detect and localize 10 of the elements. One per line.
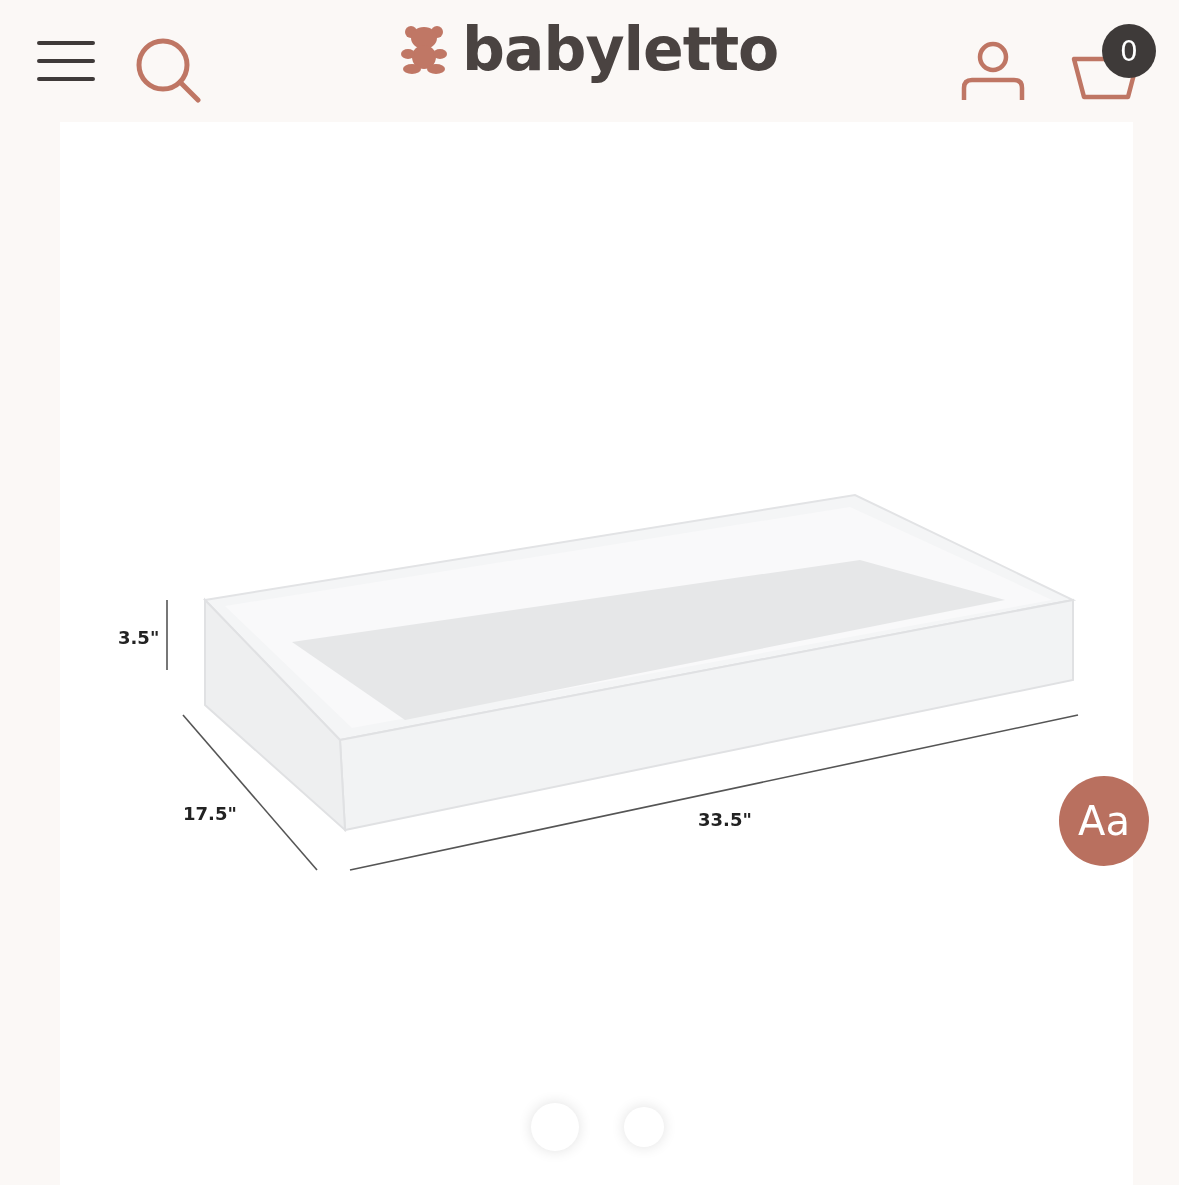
dimension-label: 17.5" <box>183 803 237 824</box>
dimension-line <box>166 599 168 671</box>
user-icon[interactable] <box>960 40 1026 102</box>
dimension-label: 33.5" <box>698 809 752 830</box>
search-icon[interactable] <box>135 37 201 103</box>
dimension-label: 3.5" <box>118 627 160 648</box>
logo-link[interactable]: babyletto <box>400 14 779 84</box>
menu-icon[interactable] <box>37 39 95 83</box>
teddy-bear-icon <box>400 24 448 74</box>
cart-count: 0 <box>1120 35 1138 68</box>
